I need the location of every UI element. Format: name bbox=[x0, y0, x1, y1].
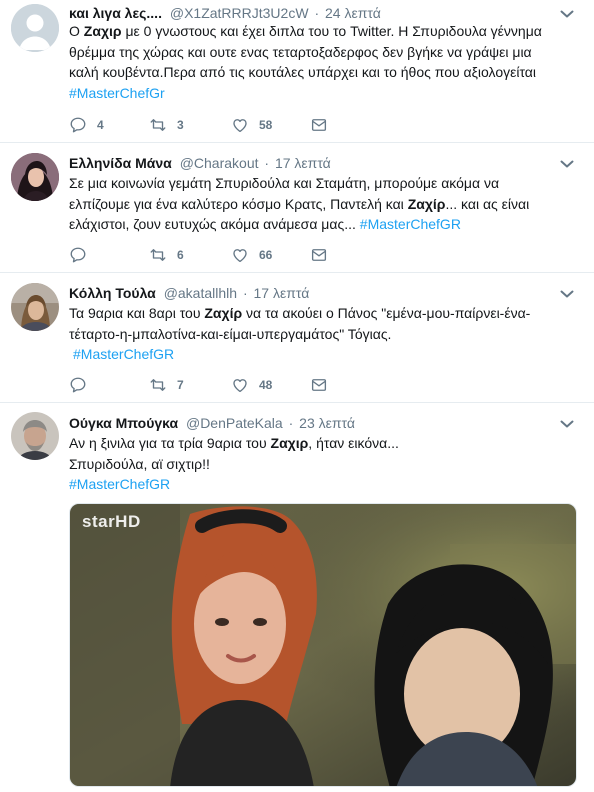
chevron-down-icon[interactable] bbox=[560, 9, 574, 19]
text-segment: Σπυριδούλα, αϊ σιχτιρ!! bbox=[69, 455, 210, 472]
like-button[interactable]: 66 bbox=[231, 244, 272, 266]
tv-still-photo bbox=[70, 504, 576, 786]
message-icon bbox=[310, 116, 328, 134]
chevron-down-icon[interactable] bbox=[560, 159, 574, 169]
chevron-down-icon[interactable] bbox=[560, 289, 574, 299]
reply-button[interactable]: 4 bbox=[69, 114, 104, 136]
text-segment: θρέμμα της χώρας και ουτε ενας τεταρτοξα… bbox=[69, 43, 532, 60]
reply-count: 4 bbox=[97, 118, 104, 132]
tweet-header: Ούγκα Μπούγκα @DenPateKala · 23 λεπτά bbox=[69, 414, 355, 432]
timestamp[interactable]: 17 λεπτά bbox=[275, 155, 331, 171]
separator-dot: · bbox=[314, 5, 320, 21]
hashtag-link[interactable]: #MasterChefGR bbox=[73, 346, 174, 362]
text-segment: Ο bbox=[69, 23, 84, 39]
text-segment: ελάχιστοι, ζουν ευτυχώς ακόμα ανάμεσα μα… bbox=[69, 216, 360, 232]
retweet-count: 6 bbox=[177, 248, 184, 262]
username[interactable]: @DenPateKala bbox=[186, 415, 283, 431]
timestamp[interactable]: 17 λεπτά bbox=[254, 285, 310, 301]
tweet-text: Ο Ζαχιρ με 0 γνωστους και έχει διπλα του… bbox=[69, 21, 572, 103]
tweet-2[interactable]: Ελληνίδα Μάνα @Charakout · 17 λεπτά Σε μ… bbox=[0, 143, 594, 273]
tweet-actions: 4 3 58 bbox=[69, 114, 369, 136]
tweet-text: Τα 9αρια και 8αρι του Ζαχίρ να τα ακούει… bbox=[69, 303, 572, 365]
tweet-text: Σε μια κοινωνία γεμάτη Σπυριδούλα και Στ… bbox=[69, 173, 572, 235]
message-button[interactable] bbox=[310, 244, 328, 266]
display-name[interactable]: Κόλλη Τούλα bbox=[69, 285, 156, 301]
hashtag-link[interactable]: #MasterChefGr bbox=[69, 85, 165, 101]
reply-icon bbox=[69, 116, 87, 134]
avatar[interactable] bbox=[11, 4, 59, 52]
retweet-button[interactable]: 7 bbox=[149, 374, 184, 396]
display-name[interactable]: και λιγα λες.... bbox=[69, 5, 162, 21]
tweet-header: Ελληνίδα Μάνα @Charakout · 17 λεπτά bbox=[69, 154, 331, 172]
retweet-button[interactable]: 3 bbox=[149, 114, 184, 136]
mention-bold: Ζαχιρ bbox=[83, 23, 122, 39]
default-avatar-icon bbox=[11, 4, 59, 52]
username[interactable]: @akatallhlh bbox=[164, 285, 237, 301]
timestamp[interactable]: 24 λεπτά bbox=[325, 5, 381, 21]
tweet-text: Αν η ξινιλα για τα τρία 9αρια του Ζαχιρ,… bbox=[69, 433, 572, 495]
reply-icon bbox=[69, 376, 87, 394]
separator-dot: · bbox=[288, 415, 294, 431]
text-segment: Τα 9αρια και 8αρι του bbox=[69, 305, 205, 321]
channel-logo: starHD bbox=[82, 512, 141, 531]
mention-bold: Ζαχιρ bbox=[270, 435, 309, 451]
text-segment: ελπίζουμε για ένα καλύτερο κόσμο Κρατς, … bbox=[69, 195, 408, 212]
like-icon bbox=[231, 246, 249, 264]
text-segment: , ήταν εικόνα... bbox=[308, 435, 399, 451]
message-icon bbox=[310, 376, 328, 394]
reply-button[interactable] bbox=[69, 374, 97, 396]
message-button[interactable] bbox=[310, 374, 328, 396]
reply-button[interactable] bbox=[69, 244, 97, 266]
avatar[interactable] bbox=[11, 283, 59, 331]
tweet-header: Κόλλη Τούλα @akatallhlh · 17 λεπτά bbox=[69, 284, 309, 302]
tweet-1[interactable]: και λιγα λες.... @X1ZatRRRJt3U2cW · 24 λ… bbox=[0, 0, 594, 143]
like-count: 58 bbox=[259, 118, 273, 132]
user-photo-icon bbox=[11, 153, 59, 201]
text-segment: καλή κουβέντα.Περα από τις κουτάλες υπάρ… bbox=[69, 64, 536, 80]
retweet-icon bbox=[149, 376, 167, 394]
mention-bold: Ζαχίρ bbox=[204, 305, 243, 321]
text-segment: τέταρτο-η-μπαλοτίνα-και-είμαι-υπεργαμάτο… bbox=[69, 325, 392, 342]
text-segment: με 0 γνωστους και έχει διπλα του το Twit… bbox=[121, 23, 542, 39]
message-button[interactable] bbox=[310, 114, 328, 136]
display-name[interactable]: Ούγκα Μπούγκα bbox=[69, 415, 178, 431]
avatar[interactable] bbox=[11, 153, 59, 201]
like-button[interactable]: 48 bbox=[231, 374, 272, 396]
like-button[interactable]: 58 bbox=[231, 114, 272, 136]
text-segment: ... και ας είναι bbox=[445, 195, 530, 212]
tweet-media-image[interactable]: starHD bbox=[69, 503, 577, 787]
tweet-3[interactable]: Κόλλη Τούλα @akatallhlh · 17 λεπτά Τα 9α… bbox=[0, 273, 594, 403]
username[interactable]: @Charakout bbox=[180, 155, 259, 171]
avatar[interactable] bbox=[11, 412, 59, 460]
user-photo-icon bbox=[11, 283, 59, 331]
reply-icon bbox=[69, 246, 87, 264]
text-segment: Αν η ξινιλα για τα τρία 9αρια του bbox=[69, 435, 271, 451]
timestamp[interactable]: 23 λεπτά bbox=[299, 415, 355, 431]
display-name[interactable]: Ελληνίδα Μάνα bbox=[69, 155, 172, 171]
tweet-actions: 7 48 bbox=[69, 374, 369, 396]
like-count: 66 bbox=[259, 248, 273, 262]
like-icon bbox=[231, 376, 249, 394]
mention-bold: Ζαχίρ bbox=[407, 195, 446, 212]
separator-dot: · bbox=[264, 155, 270, 171]
retweet-icon bbox=[149, 246, 167, 264]
retweet-count: 7 bbox=[177, 378, 184, 392]
text-segment: να τα ακούει ο Πάνος "εμένα-μου-παίρνει-… bbox=[242, 305, 531, 321]
user-photo-icon bbox=[11, 412, 59, 460]
text-segment: Σε μια κοινωνία γεμάτη Σπυριδούλα και Στ… bbox=[69, 175, 500, 191]
tweet-actions: 6 66 bbox=[69, 244, 369, 266]
tweet-header: και λιγα λες.... @X1ZatRRRJt3U2cW · 24 λ… bbox=[69, 4, 381, 22]
hashtag-link[interactable]: #MasterChefGR bbox=[69, 476, 170, 492]
like-icon bbox=[231, 116, 249, 134]
retweet-button[interactable]: 6 bbox=[149, 244, 184, 266]
username[interactable]: @X1ZatRRRJt3U2cW bbox=[170, 5, 309, 21]
message-icon bbox=[310, 246, 328, 264]
like-count: 48 bbox=[259, 378, 273, 392]
chevron-down-icon[interactable] bbox=[560, 419, 574, 429]
separator-dot: · bbox=[242, 285, 248, 301]
retweet-icon bbox=[149, 116, 167, 134]
hashtag-link[interactable]: #MasterChefGR bbox=[360, 216, 461, 232]
retweet-count: 3 bbox=[177, 118, 184, 132]
